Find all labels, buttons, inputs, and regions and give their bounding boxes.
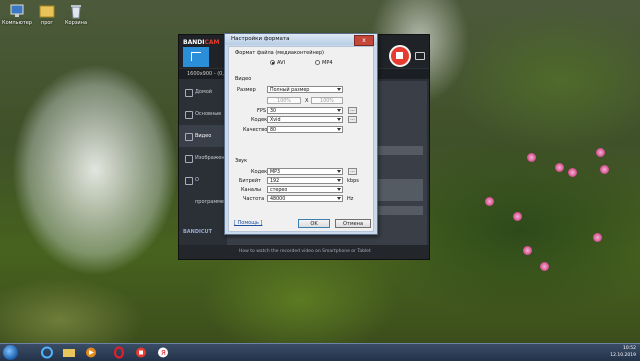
fps-more-button[interactable]: ...	[348, 107, 357, 114]
fps-select[interactable]: 30	[267, 107, 343, 114]
quality-label: Качество	[243, 127, 268, 133]
bandicam-logo-accent: CAM	[204, 39, 220, 46]
camera-icon[interactable]	[415, 52, 425, 60]
info-icon	[185, 177, 193, 185]
desktop-icon-label: прог	[40, 20, 54, 26]
size-separator: X	[305, 98, 309, 104]
quality-select[interactable]: 80	[267, 126, 343, 133]
width-input[interactable]: 100%	[267, 97, 301, 104]
video-icon	[185, 133, 193, 141]
format-label: Формат файла (медиаконтейнер)	[235, 50, 324, 56]
yandex-icon[interactable]: Я	[154, 346, 172, 359]
bandicam-footer-link[interactable]: How to watch the recorded video on Smart…	[179, 245, 429, 259]
format-settings-dialog: Настройки формата x Формат файла (медиак…	[224, 33, 378, 235]
taskbar: Я 10:52 12.10.2019	[0, 343, 640, 361]
recycle-bin-icon	[71, 5, 81, 19]
record-button[interactable]	[389, 45, 411, 67]
desktop-icon-label: Компьютер	[2, 20, 32, 26]
sidebar-item-label: Основные	[195, 111, 222, 117]
codec-label: Кодек	[251, 117, 268, 123]
desktop-icon-computer[interactable]: Компьютер	[0, 3, 34, 26]
computer-icon	[10, 4, 24, 17]
image-icon	[185, 155, 193, 163]
chevron-down-icon	[337, 118, 341, 121]
frequency-select[interactable]: 48000	[267, 195, 343, 202]
bandicut-label[interactable]: BANDICUT	[183, 229, 212, 235]
size-select[interactable]: Полный размер	[267, 86, 343, 93]
format-mp4-label: MP4	[322, 60, 333, 66]
sidebar-item-video[interactable]: Видео	[179, 125, 225, 147]
chevron-down-icon	[337, 170, 341, 173]
video-section-title: Видео	[235, 76, 252, 82]
bandicam-sidebar: Домой Основные Видео Изображения О прогр…	[179, 81, 231, 229]
start-button[interactable]	[3, 345, 18, 360]
opera-icon[interactable]	[110, 346, 128, 359]
bitrate-select[interactable]: 192	[267, 177, 343, 184]
system-clock[interactable]: 10:52 12.10.2019	[610, 345, 636, 359]
chevron-down-icon	[337, 128, 341, 131]
desktop-icon-label: Корзина	[64, 20, 88, 26]
fps-label: FPS	[257, 108, 267, 114]
sidebar-item-about[interactable]: О программе	[179, 169, 225, 205]
format-avi-radio[interactable]	[270, 60, 275, 65]
codec-more-button[interactable]: ...	[348, 116, 357, 123]
ok-button[interactable]: OK	[298, 219, 330, 228]
cancel-button[interactable]: Отмена	[335, 219, 371, 228]
bandicam-taskbar-icon[interactable]	[132, 346, 150, 359]
settings-panel-bg	[377, 179, 423, 201]
channels-label: Каналы	[241, 187, 262, 193]
settings-button-bg[interactable]	[377, 146, 423, 155]
format-button-bg[interactable]	[377, 206, 423, 215]
channels-select[interactable]: стерео	[267, 186, 343, 193]
folder-icon	[39, 5, 55, 18]
desktop-icon-recycle-bin[interactable]: Корзина	[59, 3, 93, 26]
chevron-down-icon	[337, 197, 341, 200]
sidebar-item-label: Видео	[195, 133, 212, 139]
sidebar-item-images[interactable]: Изображения	[179, 147, 231, 169]
bitrate-unit: kbps	[347, 178, 359, 184]
audio-section-title: Звук	[235, 158, 248, 164]
chevron-down-icon	[337, 88, 341, 91]
audio-codec-more-button[interactable]: ...	[348, 168, 357, 175]
dialog-body: Формат файла (медиаконтейнер) AVI MP4 Ви…	[228, 46, 374, 232]
chevron-down-icon	[337, 179, 341, 182]
frequency-unit: Hz	[347, 196, 354, 202]
media-player-icon[interactable]	[82, 346, 100, 359]
bitrate-label: Битрейт	[239, 178, 262, 184]
bandicam-logo: BANDICAM	[183, 39, 220, 46]
codec-select[interactable]: Xvid	[267, 116, 343, 123]
frequency-label: Частота	[243, 196, 265, 202]
clock-date: 12.10.2019	[610, 353, 636, 358]
file-explorer-icon[interactable]	[60, 346, 78, 359]
internet-explorer-icon[interactable]	[38, 346, 56, 359]
audio-codec-label: Кодек	[251, 169, 268, 175]
sidebar-item-label: Домой	[195, 89, 213, 95]
close-button[interactable]: x	[354, 35, 374, 46]
sidebar-item-general[interactable]: Основные	[179, 103, 225, 125]
sidebar-item-home[interactable]: Домой	[179, 81, 225, 103]
chevron-down-icon	[337, 109, 341, 112]
size-label: Размер	[237, 87, 256, 93]
svg-text:Я: Я	[161, 349, 166, 357]
format-mp4-radio[interactable]	[315, 60, 320, 65]
format-avi-label: AVI	[277, 60, 285, 66]
help-link[interactable]: [ Помощь ]	[234, 220, 262, 226]
gear-icon	[185, 111, 193, 119]
clock-time: 10:52	[623, 346, 636, 351]
chevron-down-icon	[337, 188, 341, 191]
height-input[interactable]: 100%	[311, 97, 343, 104]
screen-mode-button[interactable]	[183, 47, 209, 67]
home-icon	[185, 89, 193, 97]
audio-codec-select[interactable]: MP3	[267, 168, 343, 175]
sidebar-item-label: О программе	[195, 177, 224, 205]
